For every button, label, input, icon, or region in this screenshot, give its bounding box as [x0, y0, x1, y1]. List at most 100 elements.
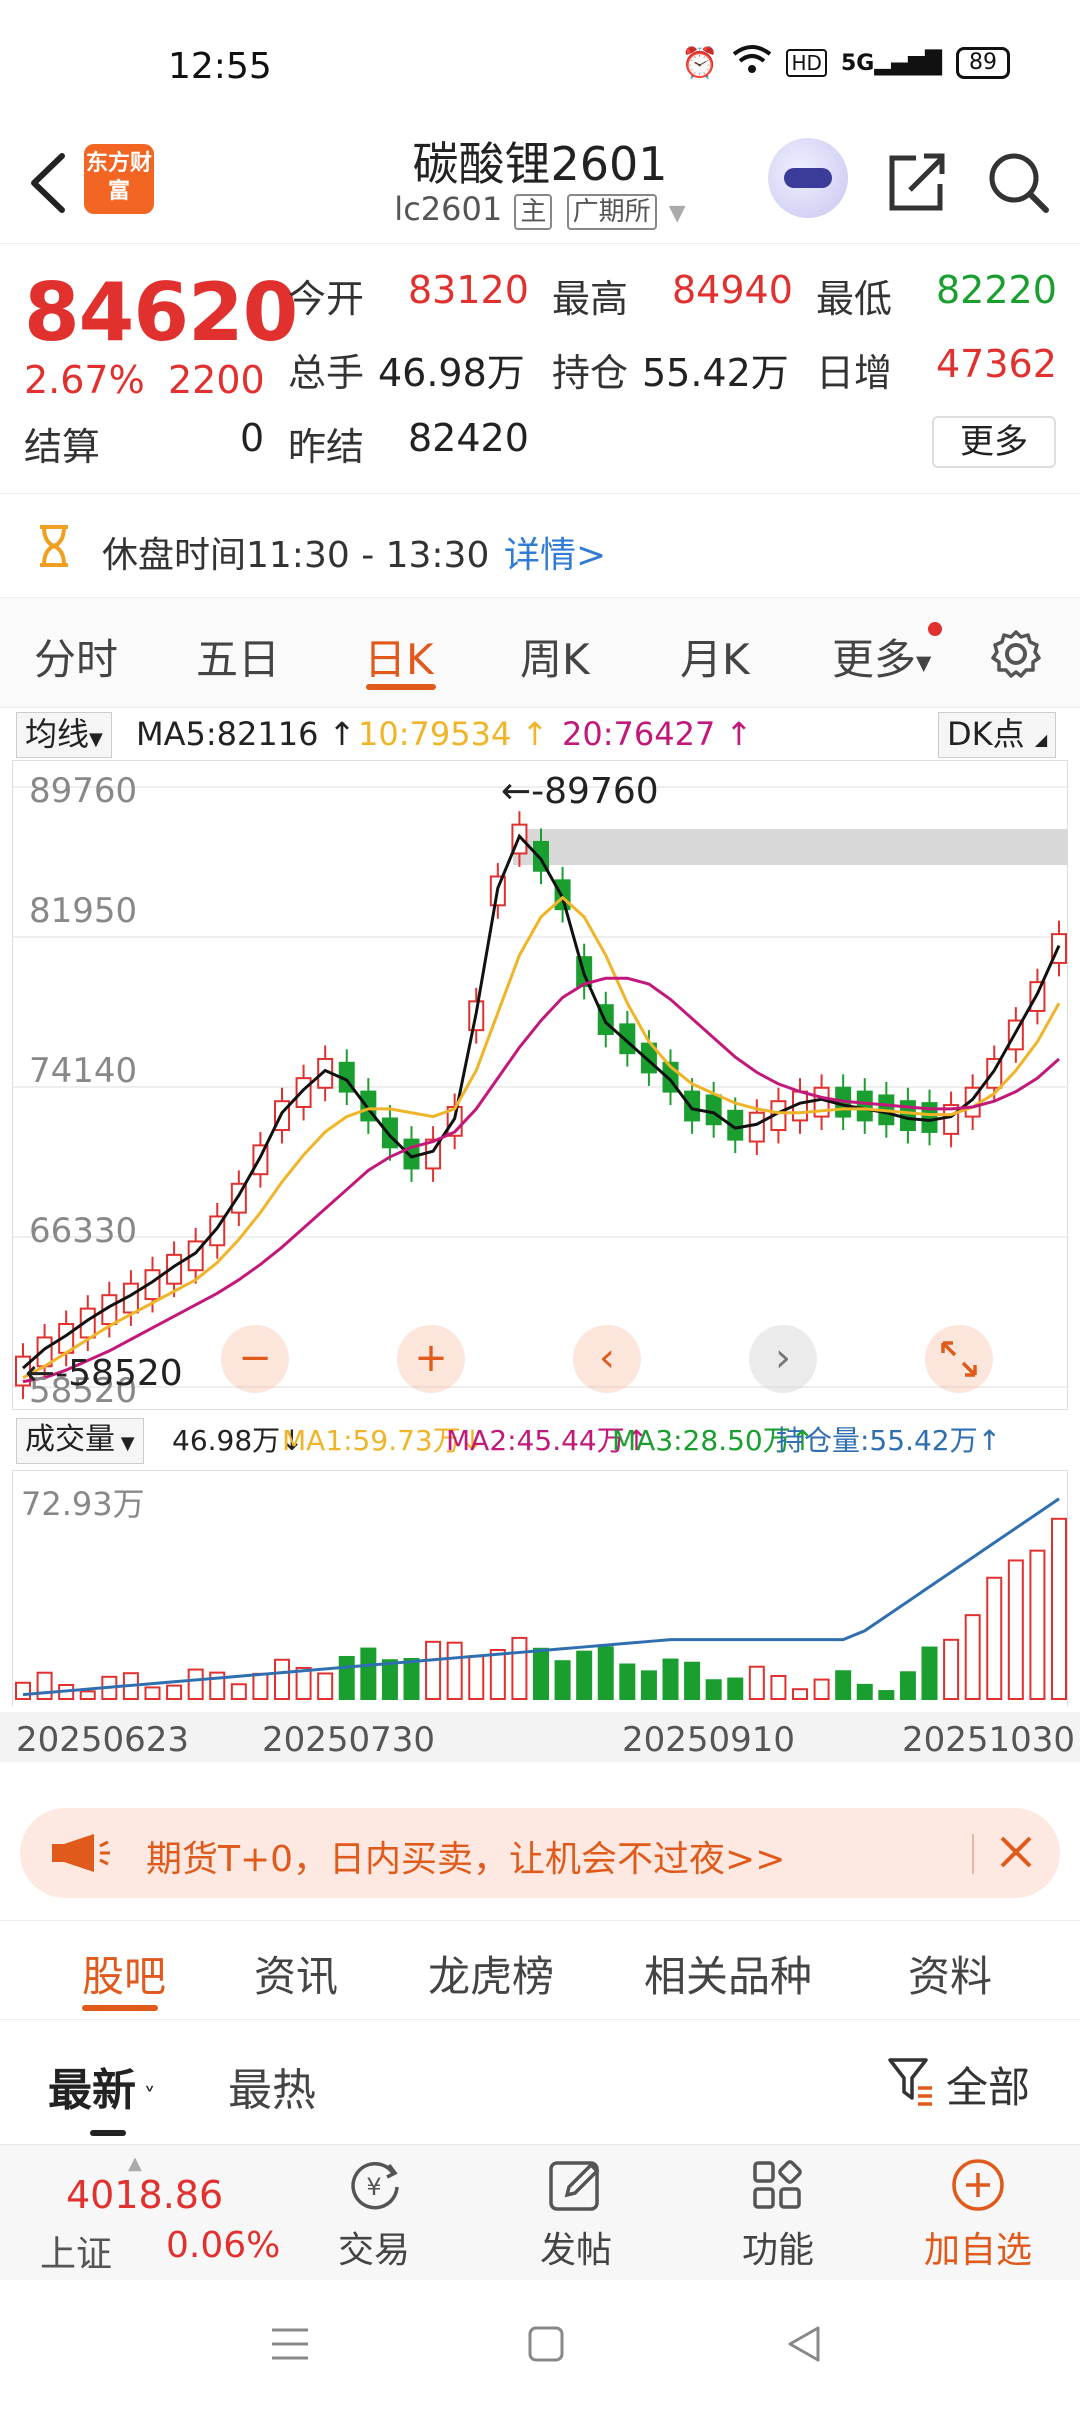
high-value: 84940 — [672, 268, 793, 312]
volume-bar — [1051, 1517, 1067, 1701]
chevron-down-icon: ▼ — [668, 201, 686, 226]
tab-intraday[interactable]: 分时 — [34, 626, 118, 687]
menu-icon[interactable] — [268, 2324, 312, 2364]
volume-bar — [640, 1670, 657, 1700]
prev-settle-label: 昨结 — [288, 425, 365, 469]
hd-icon: HD — [786, 49, 827, 77]
tab-forum[interactable]: 股吧 — [82, 1943, 166, 2004]
features-button[interactable]: 功能 — [718, 2157, 838, 2273]
share-icon[interactable] — [880, 146, 952, 218]
volume-bar — [899, 1671, 916, 1701]
promo-banner[interactable]: 期货T+0，日内买卖，让机会不过夜>> — [20, 1808, 1060, 1898]
caret-down-icon: ▼ — [916, 650, 932, 675]
y-tick-1: 89760 — [29, 771, 138, 811]
min-price-annotation: ←-58520 — [25, 1353, 183, 1394]
zoom-in-button[interactable]: + — [397, 1325, 465, 1393]
volume-bar — [360, 1647, 377, 1700]
index-value[interactable]: 4018.86 — [66, 2173, 223, 2217]
tab-weekly-k[interactable]: 周K — [520, 626, 590, 687]
wifi-icon — [732, 44, 772, 82]
index-name[interactable]: 上证 — [40, 2225, 112, 2277]
volume-indicator-selector[interactable]: 成交量 ▼ — [16, 1418, 144, 1464]
prev-settle-value: 82420 — [408, 416, 529, 460]
status-bar: 12:55 ⏰ HD 5G▂▄▆█ 89 — [0, 0, 1080, 128]
filter-icon[interactable] — [886, 2056, 934, 2106]
add-favorite-button[interactable]: 加自选 — [918, 2157, 1038, 2273]
scroll-right-button[interactable]: › — [749, 1325, 817, 1393]
low-label: 最低 — [816, 277, 893, 321]
date-axis: 20250623 20250730 20250910 20251030 — [0, 1712, 1080, 1762]
change-amount: 2200 — [168, 358, 265, 402]
active-subtab-indicator — [82, 2005, 158, 2011]
search-icon[interactable] — [982, 146, 1054, 218]
volume-bar — [792, 1688, 808, 1701]
volume-bar — [15, 1681, 31, 1700]
grid-icon — [753, 2160, 802, 2209]
ma10-line — [22, 895, 1061, 1380]
volume-bar — [684, 1661, 701, 1701]
quote-panel: 84620 2.67% 2200 结算 0 今开 83120 最高 84940 … — [0, 244, 1080, 494]
y-tick-4: 66330 — [29, 1211, 138, 1251]
tab-daily-k[interactable]: 日K — [364, 626, 434, 687]
svg-text:¥: ¥ — [366, 2173, 381, 2201]
system-nav-bar — [0, 2280, 1080, 2412]
change-percent: 2.67% — [24, 358, 145, 402]
ai-assistant-icon[interactable] — [768, 138, 848, 218]
candlestick-chart[interactable]: 89760 81950 74140 66330 58520 ←-89760 ←-… — [12, 760, 1069, 1411]
close-icon[interactable] — [986, 1822, 1046, 1882]
gear-icon[interactable] — [990, 628, 1042, 680]
sort-latest[interactable]: 最新 ˅ — [48, 2054, 156, 2118]
yuan-cycle-icon: ¥ — [351, 2162, 399, 2210]
caret-up-icon: ▲ — [128, 2153, 142, 2174]
post-button[interactable]: 发帖 — [516, 2157, 636, 2273]
active-tab-indicator — [366, 684, 436, 690]
trading-break-notice: 休盘时间11:30 - 13:30 详情> — [0, 494, 1080, 598]
volume-bar — [856, 1683, 873, 1701]
trade-button[interactable]: ¥ 交易 — [314, 2157, 434, 2273]
tab-profile[interactable]: 资料 — [908, 1943, 992, 2004]
candle — [748, 1111, 765, 1143]
volume-bar — [705, 1679, 722, 1700]
fullscreen-button[interactable] — [925, 1325, 993, 1393]
tab-monthly-k[interactable]: 月K — [680, 626, 750, 687]
volume-bar — [597, 1646, 614, 1700]
home-icon[interactable] — [526, 2324, 566, 2364]
ma20-value: 20:76427 ↑ — [562, 715, 753, 753]
tab-news[interactable]: 资讯 — [254, 1943, 338, 2004]
tab-more[interactable]: 更多▼ — [832, 626, 931, 687]
indicator-selector[interactable]: 均线▼ — [16, 712, 112, 758]
zoom-out-button[interactable]: − — [221, 1325, 289, 1393]
volume-bar — [381, 1659, 398, 1701]
plus-circle-icon — [952, 2159, 1004, 2211]
tab-related[interactable]: 相关品种 — [644, 1943, 812, 2004]
volume-label: 总手 — [288, 351, 365, 395]
index-change-pct[interactable]: 0.06% — [166, 2225, 280, 2266]
oi-value: 55.42万 — [642, 351, 789, 395]
ma20-line — [22, 976, 1060, 1384]
filter-all[interactable]: 全部 — [946, 2054, 1030, 2115]
open-label: 今开 — [288, 277, 365, 321]
back-nav-icon[interactable] — [784, 2324, 824, 2364]
sort-hot[interactable]: 最热 — [228, 2054, 316, 2118]
volume-bar — [166, 1684, 183, 1701]
volume-bar — [576, 1650, 593, 1700]
volume-bar — [770, 1674, 787, 1700]
volume-chart[interactable]: 72.93万 — [12, 1470, 1068, 1706]
more-quote-button[interactable]: 更多 — [932, 416, 1056, 468]
ma5-value: MA5:82116 ↑ — [136, 715, 356, 753]
contract-code: lc2601 — [394, 190, 503, 228]
volume-svg — [15, 1497, 1067, 1701]
notification-dot — [928, 622, 942, 636]
date-tick-1: 20250623 — [16, 1720, 190, 1760]
notice-details-link[interactable]: 详情> — [504, 526, 606, 578]
volume-bar — [1029, 1549, 1046, 1700]
tab-dragon-tiger[interactable]: 龙虎榜 — [428, 1943, 554, 2004]
volume-bar — [727, 1677, 744, 1700]
volume-bar — [403, 1658, 420, 1701]
volume-bar — [554, 1660, 571, 1700]
candle — [684, 1090, 701, 1122]
y-tick-2: 81950 — [29, 891, 138, 931]
scroll-left-button[interactable]: ‹ — [573, 1325, 641, 1393]
dk-point-selector[interactable]: DK点 ◢ — [938, 712, 1057, 758]
tab-five-day[interactable]: 五日 — [196, 626, 280, 687]
